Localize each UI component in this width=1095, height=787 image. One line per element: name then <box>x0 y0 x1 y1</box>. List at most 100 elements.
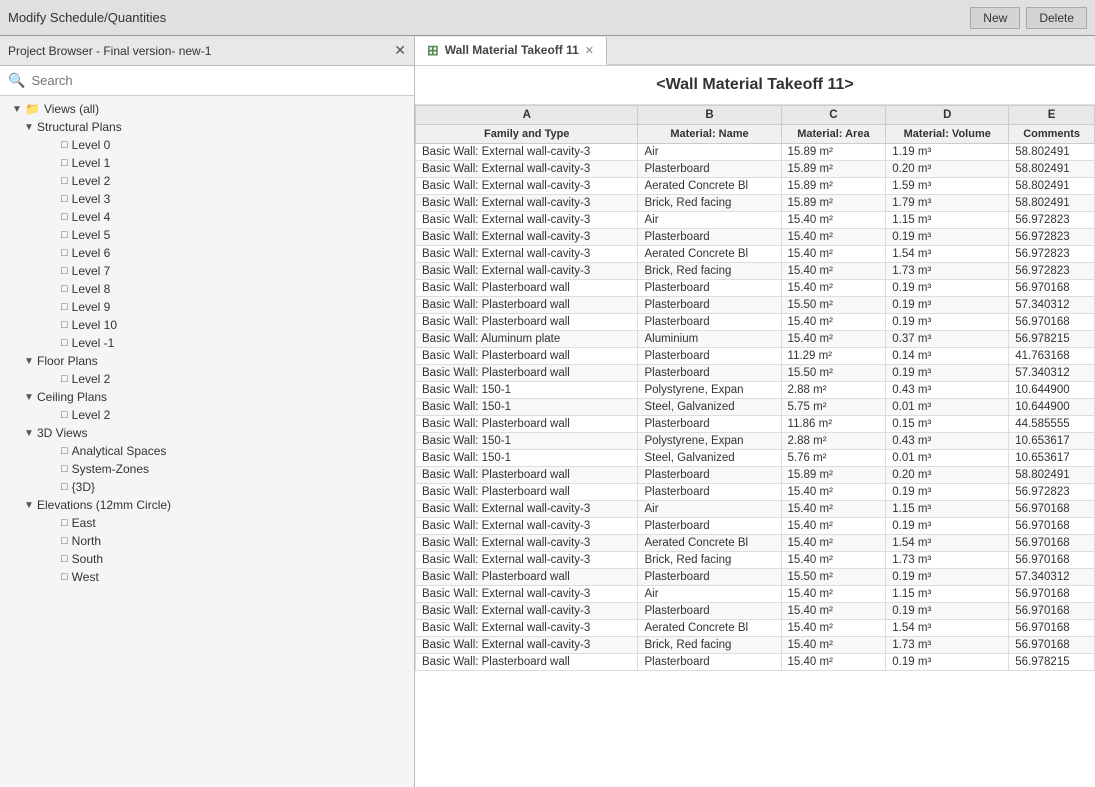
tree-item-label: Analytical Spaces <box>72 444 167 458</box>
table-cell-r8-c4: 56.970168 <box>1009 280 1095 297</box>
table-cell-r11-c2: 15.40 m² <box>781 331 886 348</box>
tree-item-level-2[interactable]: □Level 2 <box>0 172 414 190</box>
table-cell-r10-c4: 56.970168 <box>1009 314 1095 331</box>
tree-item-level-0[interactable]: □Level 0 <box>0 136 414 154</box>
tree-item-ceiling-level-2[interactable]: □Level 2 <box>0 406 414 424</box>
table-cell-r10-c2: 15.40 m² <box>781 314 886 331</box>
table-cell-r24-c2: 15.40 m² <box>781 552 886 569</box>
tree-item-level-neg1[interactable]: □Level -1 <box>0 334 414 352</box>
table-cell-r9-c4: 57.340312 <box>1009 297 1095 314</box>
table-cell-r10-c1: Plasterboard <box>638 314 781 331</box>
col-header-material--name: Material: Name <box>638 125 781 144</box>
tree-item-label: Level 2 <box>72 372 111 386</box>
tree-item-analytical-spaces[interactable]: □Analytical Spaces <box>0 442 414 460</box>
schedule-table: ABCDE Family and TypeMaterial: NameMater… <box>415 105 1095 671</box>
table-cell-r20-c4: 56.972823 <box>1009 484 1095 501</box>
table-cell-r23-c2: 15.40 m² <box>781 535 886 552</box>
tree-item-level-7[interactable]: □Level 7 <box>0 262 414 280</box>
table-cell-r23-c3: 1.54 m³ <box>886 535 1009 552</box>
tree-item-level-5[interactable]: □Level 5 <box>0 226 414 244</box>
table-cell-r26-c0: Basic Wall: External wall-cavity-3 <box>416 586 638 603</box>
tree-item-label: Level 9 <box>72 300 111 314</box>
table-cell-r26-c1: Air <box>638 586 781 603</box>
table-cell-r0-c0: Basic Wall: External wall-cavity-3 <box>416 144 638 161</box>
tree-item-3d[interactable]: □{3D} <box>0 478 414 496</box>
view-icon: □ <box>61 517 68 529</box>
view-icon: □ <box>61 229 68 241</box>
table-cell-r13-c4: 57.340312 <box>1009 365 1095 382</box>
tree-item-south[interactable]: □South <box>0 550 414 568</box>
table-cell-r29-c1: Brick, Red facing <box>638 637 781 654</box>
view-icon: □ <box>61 193 68 205</box>
tree-item-floor-level-2[interactable]: □Level 2 <box>0 370 414 388</box>
tree-item-level-8[interactable]: □Level 8 <box>0 280 414 298</box>
tree-item-level-6[interactable]: □Level 6 <box>0 244 414 262</box>
table-cell-r15-c1: Steel, Galvanized <box>638 399 781 416</box>
table-cell-r21-c4: 56.970168 <box>1009 501 1095 518</box>
table-cell-r5-c0: Basic Wall: External wall-cavity-3 <box>416 229 638 246</box>
schedule-tab[interactable]: ⊞ Wall Material Takeoff 11 ✕ <box>415 37 607 65</box>
tree-item-west[interactable]: □West <box>0 568 414 586</box>
table-cell-r1-c2: 15.89 m² <box>781 161 886 178</box>
view-icon: □ <box>61 571 68 583</box>
tree-item-level-4[interactable]: □Level 4 <box>0 208 414 226</box>
table-cell-r30-c3: 0.19 m³ <box>886 654 1009 671</box>
table-row: Basic Wall: External wall-cavity-3Brick,… <box>416 637 1095 654</box>
table-row: Basic Wall: 150-1Steel, Galvanized5.75 m… <box>416 399 1095 416</box>
table-cell-r17-c2: 2.88 m² <box>781 433 886 450</box>
main-area: Project Browser - Final version- new-1 ✕… <box>0 36 1095 787</box>
delete-button[interactable]: Delete <box>1026 7 1087 29</box>
table-cell-r22-c4: 56.970168 <box>1009 518 1095 535</box>
new-button[interactable]: New <box>970 7 1020 29</box>
tree-item-level-10[interactable]: □Level 10 <box>0 316 414 334</box>
tree-item-east[interactable]: □ East <box>0 514 414 532</box>
tree-item-label: Level 3 <box>72 192 111 206</box>
table-cell-r18-c1: Steel, Galvanized <box>638 450 781 467</box>
table-cell-r27-c2: 15.40 m² <box>781 603 886 620</box>
table-cell-r2-c1: Aerated Concrete Bl <box>638 178 781 195</box>
view-icon: □ <box>61 553 68 565</box>
table-cell-r5-c2: 15.40 m² <box>781 229 886 246</box>
table-cell-r1-c4: 58.802491 <box>1009 161 1095 178</box>
tree-item-level-3[interactable]: □ Level 3 <box>0 190 414 208</box>
table-cell-r18-c4: 10.653617 <box>1009 450 1095 467</box>
table-cell-r20-c2: 15.40 m² <box>781 484 886 501</box>
collapse-arrow: ▼ <box>24 500 34 511</box>
table-row: Basic Wall: Plasterboard wallPlasterboar… <box>416 280 1095 297</box>
table-cell-r0-c3: 1.19 m³ <box>886 144 1009 161</box>
table-row: Basic Wall: Aluminum plateAluminium15.40… <box>416 331 1095 348</box>
table-cell-r19-c0: Basic Wall: Plasterboard wall <box>416 467 638 484</box>
tree-item-north[interactable]: □ North <box>0 532 414 550</box>
tree-item-level-9[interactable]: □Level 9 <box>0 298 414 316</box>
panel-close-button[interactable]: ✕ <box>394 42 406 59</box>
tree-item-structural-plans[interactable]: ▼Structural Plans <box>0 118 414 136</box>
tree-item-label: Level 1 <box>72 156 111 170</box>
table-cell-r30-c2: 15.40 m² <box>781 654 886 671</box>
table-cell-r28-c4: 56.970168 <box>1009 620 1095 637</box>
view-icon: □ <box>61 175 68 187</box>
view-icon: □ <box>61 535 68 547</box>
table-cell-r20-c1: Plasterboard <box>638 484 781 501</box>
tree-item-system-zones[interactable]: □System-Zones <box>0 460 414 478</box>
table-cell-r20-c3: 0.19 m³ <box>886 484 1009 501</box>
tree-item-label: East <box>72 516 96 530</box>
tree-item-3d-views[interactable]: ▼3D Views <box>0 424 414 442</box>
tab-close-button[interactable]: ✕ <box>585 44 594 57</box>
table-cell-r0-c4: 58.802491 <box>1009 144 1095 161</box>
tree-item-elevations[interactable]: ▼Elevations (12mm Circle) <box>0 496 414 514</box>
column-headers-row: Family and TypeMaterial: NameMaterial: A… <box>416 125 1095 144</box>
table-cell-r17-c4: 10.653617 <box>1009 433 1095 450</box>
tree-item-level-1[interactable]: □Level 1 <box>0 154 414 172</box>
tree-item-label: North <box>72 534 101 548</box>
tree-item-floor-plans[interactable]: ▼Floor Plans <box>0 352 414 370</box>
tree-item-views-all[interactable]: ▼📁Views (all) <box>0 100 414 118</box>
table-cell-r7-c2: 15.40 m² <box>781 263 886 280</box>
table-cell-r16-c0: Basic Wall: Plasterboard wall <box>416 416 638 433</box>
search-input[interactable] <box>31 73 406 88</box>
schedule-tab-icon: ⊞ <box>427 42 439 59</box>
table-row: Basic Wall: External wall-cavity-3Brick,… <box>416 263 1095 280</box>
table-cell-r22-c3: 0.19 m³ <box>886 518 1009 535</box>
tree-item-ceiling-plans[interactable]: ▼Ceiling Plans <box>0 388 414 406</box>
table-cell-r4-c1: Air <box>638 212 781 229</box>
table-cell-r22-c1: Plasterboard <box>638 518 781 535</box>
